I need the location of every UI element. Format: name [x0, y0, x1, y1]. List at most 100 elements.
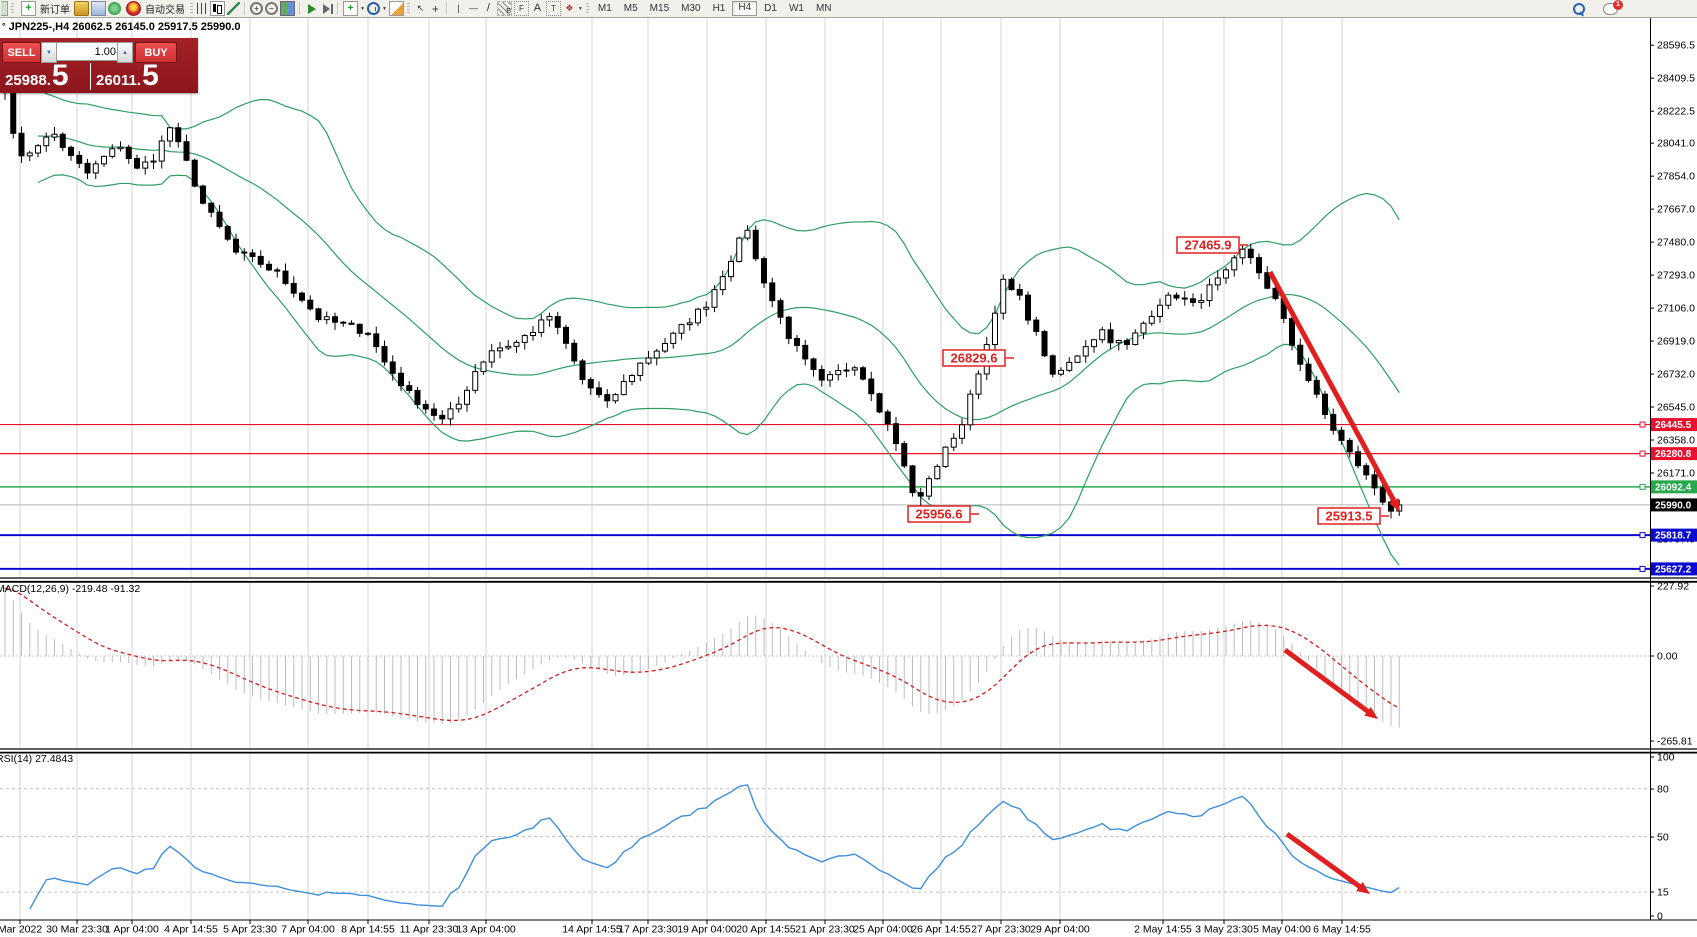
window-icon-remnant: °	[2, 21, 6, 31]
mt4-terminal: { "toolbar": { "new_order_label": "新订单",…	[0, 0, 1697, 937]
candlestick-chart-icon[interactable]	[210, 1, 225, 16]
buy-price[interactable]: 26011. 5	[96, 62, 159, 95]
svg-text:RSI(14) 27.4843: RSI(14) 27.4843	[0, 753, 73, 765]
data-window-icon[interactable]	[91, 1, 106, 16]
symbol-ohlc: 26062.5 26145.0 25917.5 25990.0	[72, 21, 240, 33]
timeframe-m15[interactable]: M15	[645, 2, 674, 15]
zoom-in-icon[interactable]: +	[250, 2, 263, 15]
svg-text:1 Apr 04:00: 1 Apr 04:00	[105, 924, 159, 936]
svg-text:4 Apr 14:55: 4 Apr 14:55	[164, 924, 218, 936]
auto-trading-label: 自动交易	[145, 1, 185, 16]
periods-dropdown[interactable]: ▼	[382, 6, 387, 12]
clipped-chart-icon	[1, 1, 8, 16]
svg-text:0: 0	[1657, 911, 1663, 923]
svg-text:27 Apr 23:30: 27 Apr 23:30	[971, 924, 1031, 936]
svg-text:30 Mar 23:30: 30 Mar 23:30	[46, 924, 108, 936]
svg-text:26092.4: 26092.4	[1655, 482, 1692, 493]
svg-text:5 May 04:00: 5 May 04:00	[1253, 924, 1311, 936]
svg-text:28222.5: 28222.5	[1657, 106, 1695, 118]
indicators-icon[interactable]: +	[343, 1, 358, 16]
svg-text:0.00: 0.00	[1657, 651, 1678, 663]
svg-text:28041.0: 28041.0	[1657, 138, 1695, 150]
label-tool-icon[interactable]: T	[546, 1, 561, 16]
timeframe-h4[interactable]: H4	[732, 1, 757, 16]
toolbar-grip	[11, 3, 14, 14]
auto-scroll-icon[interactable]	[305, 2, 318, 15]
auto-trading-button[interactable]: 自动交易	[122, 1, 188, 16]
svg-text:25 Apr 04:00: 25 Apr 04:00	[853, 924, 913, 936]
svg-text:28596.5: 28596.5	[1657, 40, 1695, 52]
svg-text:13 Apr 04:00: 13 Apr 04:00	[456, 924, 516, 936]
svg-text:100: 100	[1657, 752, 1675, 764]
svg-text:26545.0: 26545.0	[1657, 402, 1695, 414]
timeframe-group: M1M5M15M30H1H4D1W1MN	[592, 1, 838, 16]
svg-text:11 Apr 23:30: 11 Apr 23:30	[400, 924, 459, 936]
new-order-button[interactable]: + 新订单	[17, 1, 73, 16]
zoom-out-icon[interactable]: −	[265, 2, 278, 15]
timeframe-mn[interactable]: MN	[811, 2, 837, 15]
svg-text:21 Apr 23:30: 21 Apr 23:30	[795, 924, 855, 936]
svg-text:Mar 2022: Mar 2022	[0, 924, 42, 936]
horizontal-line-tool-icon[interactable]: —	[467, 2, 480, 15]
crosshair-icon[interactable]: +	[429, 2, 442, 15]
svg-text:25818.7: 25818.7	[1655, 531, 1692, 542]
new-order-icon: +	[21, 1, 36, 16]
timeframe-m30[interactable]: M30	[676, 2, 705, 15]
svg-text:25956.6: 25956.6	[916, 507, 963, 522]
signals-icon[interactable]	[108, 2, 121, 15]
svg-text:26919.0: 26919.0	[1657, 336, 1695, 348]
timeframe-d1[interactable]: D1	[759, 2, 782, 15]
svg-text:3 May 23:30: 3 May 23:30	[1195, 924, 1253, 936]
cursor-icon[interactable]: ↖	[414, 2, 427, 15]
chat-icon[interactable]: 1	[1603, 3, 1618, 15]
arrows-dropdown[interactable]: ▼	[578, 6, 583, 12]
svg-text:26445.5: 26445.5	[1655, 420, 1692, 431]
text-tool-icon[interactable]: A	[531, 2, 544, 15]
symbol-info-bar: ° JPN225-,H4 26062.5 26145.0 25917.5 259…	[2, 21, 241, 33]
auto-trading-icon	[126, 1, 141, 16]
svg-text:2 May 14:55: 2 May 14:55	[1134, 924, 1192, 936]
bar-chart-icon[interactable]	[197, 3, 208, 14]
svg-text:19 Apr 04:00: 19 Apr 04:00	[677, 924, 737, 936]
svg-text:27854.0: 27854.0	[1657, 171, 1695, 183]
tile-windows-icon[interactable]	[280, 1, 295, 16]
svg-text:25990.0: 25990.0	[1655, 500, 1692, 511]
vertical-line-tool-icon[interactable]: |	[452, 2, 465, 15]
equidistant-channel-icon[interactable]: E	[497, 1, 512, 16]
notification-badge: 1	[1613, 0, 1623, 10]
chart-shift-icon[interactable]	[320, 2, 333, 15]
chart-canvas[interactable]: 28596.528409.528222.528041.027854.027667…	[0, 0, 1697, 937]
trendline-tool-icon[interactable]: /	[482, 2, 495, 15]
svg-text:7 Apr 04:00: 7 Apr 04:00	[281, 924, 335, 936]
search-icon[interactable]	[1573, 3, 1585, 15]
sell-button[interactable]: SELL	[2, 42, 41, 63]
volume-increase-button[interactable]: ▲	[117, 42, 133, 63]
timeframe-m5[interactable]: M5	[619, 2, 643, 15]
indicators-dropdown[interactable]: ▼	[360, 6, 365, 12]
svg-text:20 Apr 14:55: 20 Apr 14:55	[736, 924, 796, 936]
timeframe-m1[interactable]: M1	[593, 2, 617, 15]
svg-text:MACD(12,26,9) -219.48 -91.32: MACD(12,26,9) -219.48 -91.32	[0, 583, 140, 595]
svg-text:26 Apr 14:55: 26 Apr 14:55	[911, 924, 971, 936]
market-watch-icon[interactable]	[74, 1, 89, 16]
sell-price[interactable]: 25988. 5	[5, 62, 69, 95]
toolbar: + 新订单 自动交易 + − + ▼ ▼ ↖ + | — / E F A T ❖…	[0, 0, 1697, 18]
timeframe-w1[interactable]: W1	[784, 2, 809, 15]
templates-icon[interactable]	[389, 1, 404, 16]
chart-background	[0, 0, 1697, 937]
svg-text:26358.0: 26358.0	[1657, 435, 1695, 447]
svg-text:29 Apr 04:00: 29 Apr 04:00	[1030, 924, 1090, 936]
price-divider	[90, 63, 91, 90]
svg-text:27667.0: 27667.0	[1657, 204, 1695, 216]
toolbar-right-group: 1	[1572, 3, 1619, 15]
timeframe-h1[interactable]: H1	[708, 2, 731, 15]
svg-text:25627.2: 25627.2	[1655, 564, 1692, 575]
svg-text:-265.81: -265.81	[1657, 736, 1693, 748]
svg-text:27293.0: 27293.0	[1657, 270, 1695, 282]
fibonacci-tool-icon[interactable]: F	[514, 1, 529, 16]
svg-text:6 May 14:55: 6 May 14:55	[1313, 924, 1371, 936]
line-chart-icon[interactable]	[227, 2, 240, 15]
arrows-tool-icon[interactable]: ❖	[563, 2, 576, 15]
periods-icon[interactable]	[367, 2, 380, 15]
symbol-name: JPN225-,H4	[9, 21, 70, 33]
